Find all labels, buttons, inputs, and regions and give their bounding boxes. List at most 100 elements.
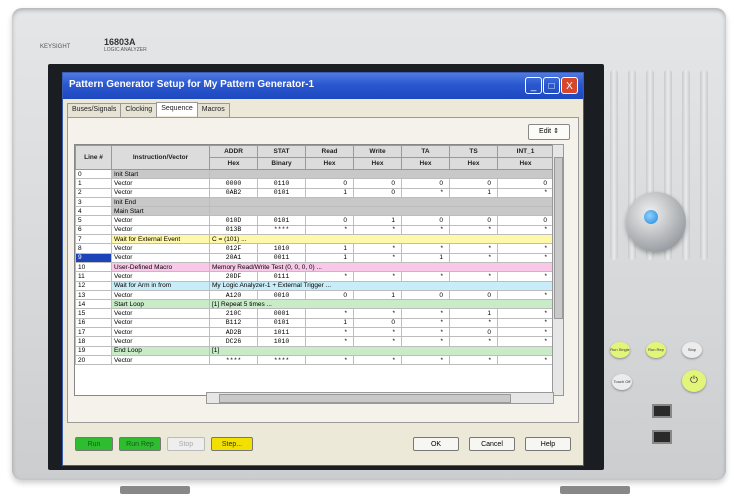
value-cell[interactable]: 1	[353, 215, 402, 226]
value-cell[interactable]: 0	[305, 289, 354, 301]
value-cell[interactable]: 0	[353, 178, 402, 189]
value-cell[interactable]: *	[497, 271, 553, 282]
line-number-cell[interactable]: 13	[75, 289, 112, 301]
value-cell[interactable]: *	[401, 308, 450, 319]
line-number-cell[interactable]: 20	[75, 354, 112, 366]
col-header-stat[interactable]: STAT	[257, 145, 306, 158]
table-row[interactable]: 5 Vector 010D 0101 0 1 0 0 0	[75, 215, 553, 226]
value-cell[interactable]: *	[353, 354, 402, 366]
value-cell[interactable]: *	[497, 187, 553, 198]
value-cell[interactable]: 013B	[209, 224, 258, 236]
instruction-cell[interactable]: Init End	[111, 196, 210, 208]
line-number-cell[interactable]: 15	[75, 308, 112, 319]
value-cell[interactable]: 1	[449, 308, 498, 319]
table-row[interactable]: 1 Vector 0000 0110 0 0 0 0 0	[75, 178, 553, 189]
line-number-cell[interactable]: 7	[75, 234, 112, 245]
cancel-button[interactable]: Cancel	[469, 437, 515, 451]
value-cell[interactable]: 0101	[257, 215, 306, 226]
value-cell[interactable]: 0101	[257, 187, 306, 198]
value-cell[interactable]: ****	[257, 354, 306, 366]
instruction-cell[interactable]: Vector	[111, 317, 210, 329]
table-row[interactable]: 6 Vector 013B **** * * * * *	[75, 224, 553, 236]
value-cell[interactable]: 0	[401, 289, 450, 301]
value-cell[interactable]: 1010	[257, 336, 306, 347]
table-row[interactable]: 11 Vector 20DF 0111 * * * * *	[75, 271, 553, 282]
step-button[interactable]: Step...	[211, 437, 253, 451]
table-row[interactable]: 18 Vector DC26 1010 * * * * *	[75, 336, 553, 347]
value-cell[interactable]: *	[449, 224, 498, 236]
value-cell[interactable]: *	[401, 187, 450, 198]
line-number-cell[interactable]: 9	[75, 252, 112, 263]
instruction-cell[interactable]: Vector	[111, 354, 210, 366]
col-header-ts[interactable]: TS	[449, 145, 498, 158]
line-number-cell[interactable]: 16	[75, 317, 112, 329]
instruction-detail-cell[interactable]	[209, 206, 553, 217]
line-number-cell[interactable]: 1	[75, 178, 112, 189]
value-cell[interactable]: 1	[353, 289, 402, 301]
tab-sequence[interactable]: Sequence	[156, 102, 198, 116]
value-cell[interactable]: *	[305, 327, 354, 338]
run-rep-button[interactable]: Run Rep	[119, 437, 161, 451]
title-bar[interactable]: Pattern Generator Setup for My Pattern G…	[63, 73, 583, 99]
table-row[interactable]: 3 Init End	[75, 196, 553, 208]
close-button[interactable]: X	[561, 77, 578, 94]
instruction-cell[interactable]: Vector	[111, 289, 210, 301]
run-single-hardkey[interactable]: Run Single	[610, 342, 630, 358]
stop-button[interactable]: Stop	[167, 437, 205, 451]
instruction-cell[interactable]: User-Defined Macro	[111, 261, 210, 273]
value-cell[interactable]: AD2B	[209, 327, 258, 338]
table-row[interactable]: 2 Vector 0AB2 0101 1 0 * 1 *	[75, 187, 553, 198]
col-header-int1[interactable]: INT_1	[497, 145, 553, 158]
col-header-instruction[interactable]: Instruction/Vector	[111, 145, 210, 170]
help-button[interactable]: Help	[525, 437, 571, 451]
tab-clocking[interactable]: Clocking	[120, 103, 158, 117]
line-number-cell[interactable]: 18	[75, 336, 112, 347]
col-format-stat[interactable]: Binary	[257, 157, 306, 170]
value-cell[interactable]: *	[353, 271, 402, 282]
value-cell[interactable]: *	[449, 317, 498, 329]
value-cell[interactable]: DC26	[209, 336, 258, 347]
value-cell[interactable]: *	[305, 271, 354, 282]
value-cell[interactable]: *	[497, 224, 553, 236]
value-cell[interactable]: 1	[305, 252, 354, 263]
power-button[interactable]: ⏻	[682, 370, 706, 392]
value-cell[interactable]: *	[353, 308, 402, 319]
value-cell[interactable]: *	[497, 289, 553, 301]
instruction-cell[interactable]: Wait for External Event	[111, 234, 210, 245]
value-cell[interactable]: *	[401, 327, 450, 338]
value-cell[interactable]: *	[449, 243, 498, 254]
value-cell[interactable]: *	[305, 308, 354, 319]
line-number-cell[interactable]: 4	[75, 206, 112, 217]
value-cell[interactable]: *	[497, 252, 553, 263]
value-cell[interactable]: 0011	[257, 252, 306, 263]
instruction-cell[interactable]: Vector	[111, 243, 210, 254]
value-cell[interactable]: *	[353, 327, 402, 338]
rotary-knob[interactable]	[626, 192, 686, 252]
instruction-cell[interactable]: Start Loop	[111, 299, 210, 310]
table-row[interactable]: 12 Wait for Arm in from My Logic Analyzer-…	[75, 280, 553, 291]
line-number-cell[interactable]: 3	[75, 196, 112, 208]
minimize-button[interactable]: _	[525, 77, 542, 94]
value-cell[interactable]: 0	[353, 187, 402, 198]
col-header-line[interactable]: Line #	[75, 145, 112, 170]
value-cell[interactable]: *	[497, 317, 553, 329]
value-cell[interactable]: 0001	[257, 308, 306, 319]
col-format-ts[interactable]: Hex	[449, 157, 498, 170]
value-cell[interactable]: 1011	[257, 327, 306, 338]
value-cell[interactable]: 0111	[257, 271, 306, 282]
tab-macros[interactable]: Macros	[196, 103, 230, 117]
table-row[interactable]: 17 Vector AD2B 1011 * * * 0 *	[75, 327, 553, 338]
horizontal-scroll-thumb[interactable]	[219, 394, 511, 403]
run-rep-hardkey[interactable]: Run Rep	[646, 342, 666, 358]
instruction-detail-cell[interactable]: My Logic Analyzer-1 + External Trigger .…	[209, 280, 553, 291]
col-header-addr[interactable]: ADDR	[209, 145, 258, 158]
value-cell[interactable]: *	[401, 317, 450, 329]
col-header-write[interactable]: Write	[353, 145, 402, 158]
value-cell[interactable]: *	[449, 252, 498, 263]
instruction-detail-cell[interactable]: Memory Read/Write Test (0, 0, 0, 0) ...	[209, 261, 553, 273]
edit-dropdown[interactable]: Edit ⇕	[528, 124, 570, 140]
instruction-cell[interactable]: Vector	[111, 178, 210, 189]
col-format-ta[interactable]: Hex	[401, 157, 450, 170]
instruction-detail-cell[interactable]: [1] Repeat 5 times ...	[209, 299, 553, 310]
line-number-cell[interactable]: 2	[75, 187, 112, 198]
